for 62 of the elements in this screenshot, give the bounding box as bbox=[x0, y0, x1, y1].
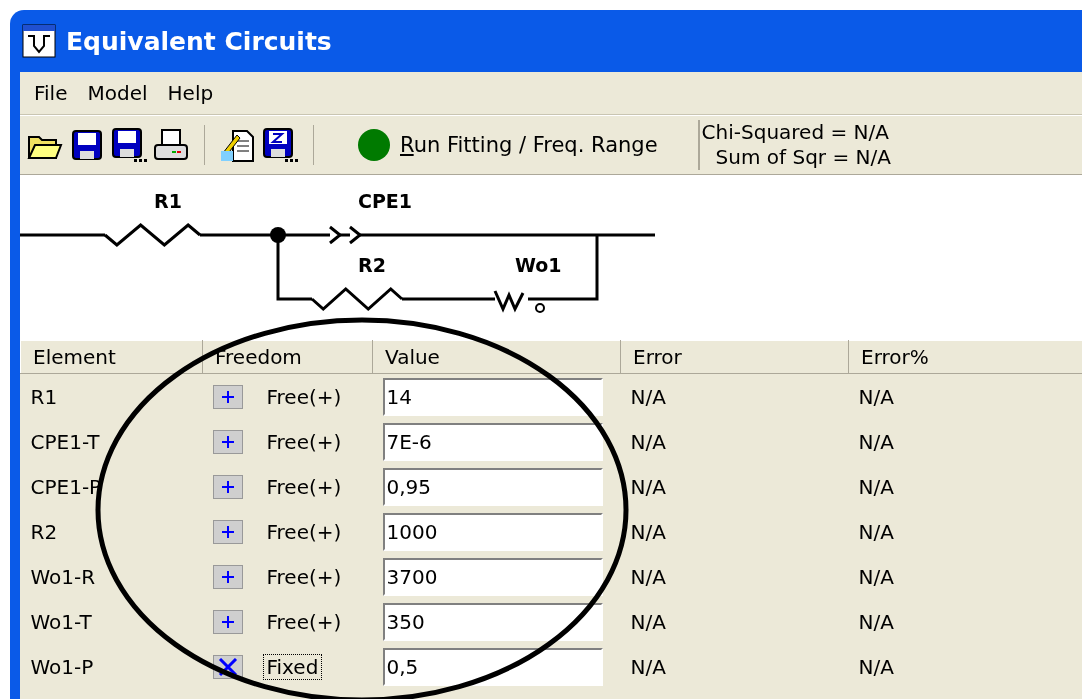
table-cell-text: N/A bbox=[857, 563, 895, 591]
value-field[interactable]: 3700 bbox=[382, 557, 603, 596]
table-cell-text: N/A bbox=[629, 608, 667, 636]
freedom-label: Free(+) bbox=[265, 563, 343, 590]
value-field[interactable]: 0,5 bbox=[382, 647, 603, 686]
free-toggle[interactable] bbox=[212, 519, 243, 544]
table-cell: N/A bbox=[848, 373, 1082, 419]
table-cell: R1 bbox=[20, 373, 203, 419]
column-header[interactable]: Value bbox=[372, 340, 621, 374]
column-header[interactable]: Freedom bbox=[202, 340, 373, 374]
table-cell-text: Wo1-R bbox=[29, 563, 97, 591]
fit-statistic: Chi-Squared = N/A bbox=[701, 120, 890, 145]
table-cell-text: N/A bbox=[857, 608, 895, 636]
value-field[interactable]: 0,95 bbox=[382, 467, 603, 506]
free-toggle[interactable] bbox=[212, 429, 243, 454]
free-toggle[interactable] bbox=[212, 474, 243, 499]
column-header[interactable]: Error% bbox=[848, 340, 1082, 374]
free-toggle[interactable] bbox=[212, 384, 243, 409]
printer-icon[interactable] bbox=[152, 127, 190, 163]
freedom-label: Free(+) bbox=[265, 518, 343, 545]
run-fitting-button[interactable]: Run Fitting / Freq. Range bbox=[328, 129, 672, 161]
floppy-disk-icon[interactable] bbox=[110, 127, 148, 163]
value-field[interactable]: 350 bbox=[382, 602, 603, 641]
app-icon bbox=[22, 24, 56, 58]
table-cell-text: N/A bbox=[857, 653, 895, 681]
component-label: R1 bbox=[154, 190, 182, 212]
component-label: CPE1 bbox=[358, 190, 413, 212]
menu-item[interactable]: File bbox=[28, 81, 74, 105]
component-label: R2 bbox=[358, 254, 386, 276]
freedom-label: Free(+) bbox=[265, 383, 343, 410]
table-cell-text: CPE1-T bbox=[29, 428, 101, 456]
value-field[interactable]: 7E-6 bbox=[382, 422, 603, 461]
freedom-label: Free(+) bbox=[265, 428, 343, 455]
table-cell: N/A bbox=[620, 373, 849, 419]
fit-statistic: Sum of Sqr = N/A bbox=[714, 145, 891, 170]
menu-item[interactable]: Model bbox=[81, 81, 154, 105]
component-label: Wo1 bbox=[515, 254, 562, 276]
value-field[interactable]: 14 bbox=[382, 377, 603, 416]
value-field[interactable]: 1000 bbox=[382, 512, 603, 551]
free-toggle[interactable] bbox=[212, 609, 243, 634]
column-header[interactable]: Element bbox=[20, 340, 203, 374]
freedom-label: Fixed bbox=[262, 653, 323, 680]
window-title: Equivalent Circuits bbox=[66, 26, 332, 56]
table-cell-text: N/A bbox=[629, 653, 667, 681]
cross-icon bbox=[217, 657, 238, 676]
edit-document-icon[interactable] bbox=[219, 127, 257, 163]
table-cell-text: Wo1-T bbox=[29, 608, 93, 636]
freedom-label: Free(+) bbox=[265, 473, 343, 500]
table-cell-text: N/A bbox=[629, 518, 667, 546]
table-cell-text: N/A bbox=[629, 473, 667, 501]
column-header[interactable]: Error bbox=[620, 340, 849, 374]
table-cell-text: R2 bbox=[29, 518, 59, 546]
table-cell-text: N/A bbox=[857, 428, 895, 456]
table-cell-text: N/A bbox=[629, 428, 667, 456]
table-cell-text: N/A bbox=[629, 563, 667, 591]
table-cell-text: Wo1-P bbox=[29, 653, 95, 681]
table-cell-text: N/A bbox=[857, 473, 895, 501]
free-toggle[interactable] bbox=[212, 564, 243, 589]
table-cell-text: N/A bbox=[857, 518, 895, 546]
menu-item[interactable]: Help bbox=[161, 81, 220, 105]
floppy-disk-icon[interactable] bbox=[261, 127, 299, 163]
freedom-label: Free(+) bbox=[265, 608, 343, 635]
